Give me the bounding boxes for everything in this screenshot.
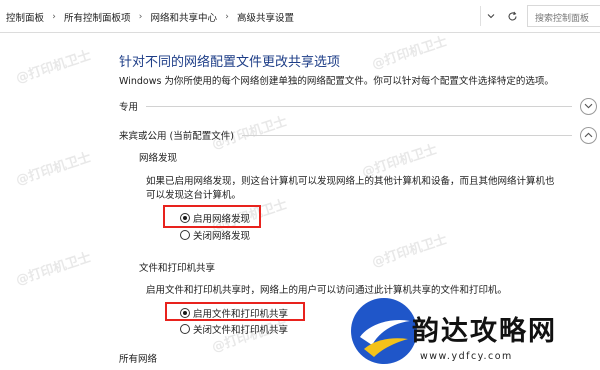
address-bar: 控制面板 › 所有控制面板项 › 网络和共享中心 › 高级共享设置 搜索控制面板: [0, 0, 600, 33]
breadcrumb-separator-icon[interactable]: ›: [133, 12, 149, 22]
search-input[interactable]: 搜索控制面板: [527, 5, 600, 27]
network-discovery-off-label: 关闭网络发现: [193, 231, 251, 242]
network-discovery-heading: 网络发现: [139, 153, 178, 164]
chevron-down-icon[interactable]: [480, 6, 500, 26]
section-all-networks[interactable]: 所有网络: [119, 351, 157, 365]
divider: [241, 134, 572, 136]
breadcrumb-all-items[interactable]: 所有控制面板项: [62, 10, 133, 24]
section-private-label: 专用: [119, 102, 139, 113]
collapse-chevron-icon[interactable]: [580, 126, 597, 144]
breadcrumb: 控制面板 › 所有控制面板项 › 网络和共享中心 › 高级共享设置: [4, 7, 296, 27]
watermark: @打印机卫士: [14, 150, 94, 189]
section-private[interactable]: 专用: [119, 97, 597, 115]
page-title: 针对不同的网络配置文件更改共享选项: [119, 55, 341, 70]
page-description: Windows 为你所使用的每个网络创建单独的网络配置文件。你可以针对每个配置文…: [119, 76, 554, 87]
refresh-icon[interactable]: [502, 6, 522, 26]
file-printer-sharing-heading: 文件和打印机共享: [139, 263, 216, 274]
network-discovery-off-radio[interactable]: 关闭网络发现: [180, 228, 250, 242]
highlight-box: [163, 205, 261, 228]
breadcrumb-separator-icon[interactable]: ›: [219, 12, 235, 22]
breadcrumb-advanced-sharing[interactable]: 高级共享设置: [235, 10, 296, 24]
network-discovery-description-2: 可以发现这台计算机。: [146, 190, 242, 201]
highlight-box: [165, 302, 305, 321]
network-discovery-description-1: 如果已启用网络发现，则这台计算机可以发现网络上的其他计算机和设备，而且其他网络计…: [146, 176, 555, 187]
section-guest-public[interactable]: 来宾或公用 (当前配置文件): [119, 126, 597, 144]
watermark: @打印机卫士: [370, 232, 450, 271]
breadcrumb-separator-icon[interactable]: ›: [46, 12, 62, 22]
watermark: @打印机卫士: [14, 48, 94, 87]
breadcrumb-control-panel[interactable]: 控制面板: [4, 10, 46, 24]
section-guest-public-label: 来宾或公用 (当前配置文件): [119, 131, 234, 142]
file-sharing-off-label: 关闭文件和打印机共享: [193, 325, 289, 336]
file-sharing-off-radio[interactable]: 关闭文件和打印机共享: [180, 322, 288, 336]
radio-unselected-icon[interactable]: [180, 230, 190, 240]
brand-name: 韵达攻略网: [412, 316, 557, 347]
watermark: @打印机卫士: [370, 34, 450, 73]
brand-watermark: 韵达攻略网 www.ydfcy.com: [350, 295, 600, 370]
radio-unselected-icon[interactable]: [180, 324, 190, 334]
watermark: @打印机卫士: [14, 250, 94, 289]
divider: [146, 105, 572, 107]
brand-logo-icon: [351, 298, 417, 364]
brand-url: www.ydfcy.com: [420, 351, 513, 362]
expand-chevron-icon[interactable]: [580, 97, 597, 115]
breadcrumb-network-center[interactable]: 网络和共享中心: [149, 10, 220, 24]
